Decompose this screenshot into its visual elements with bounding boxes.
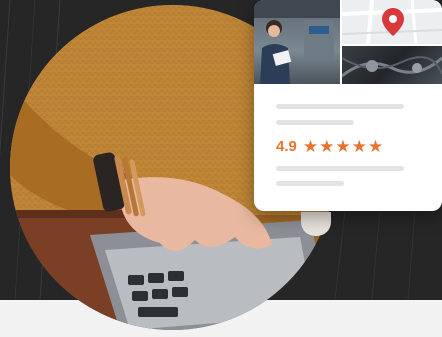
mechanic-photo [254, 0, 340, 84]
star-icon: ★ [335, 137, 351, 156]
star-rating: ★ ★ ★ ★ ★ [303, 137, 383, 157]
map-pin-icon [382, 8, 404, 36]
rating-row: 4.9 ★ ★ ★ ★ ★ [276, 137, 383, 157]
text-placeholder [276, 104, 404, 109]
text-placeholder [276, 120, 354, 125]
star-icon: ★ [302, 137, 319, 156]
text-placeholder [276, 181, 344, 186]
star-icon: ★ [351, 137, 367, 156]
review-card: 4.9 ★ ★ ★ ★ ★ [254, 0, 442, 211]
card-photo-collage [254, 0, 442, 84]
text-placeholder [276, 166, 404, 171]
hero-visual: 4.9 ★ ★ ★ ★ ★ [0, 0, 442, 337]
rating-value: 4.9 [276, 138, 297, 155]
engine-photo [342, 46, 442, 84]
star-icon: ★ [367, 137, 384, 156]
star-icon: ★ [319, 137, 335, 156]
